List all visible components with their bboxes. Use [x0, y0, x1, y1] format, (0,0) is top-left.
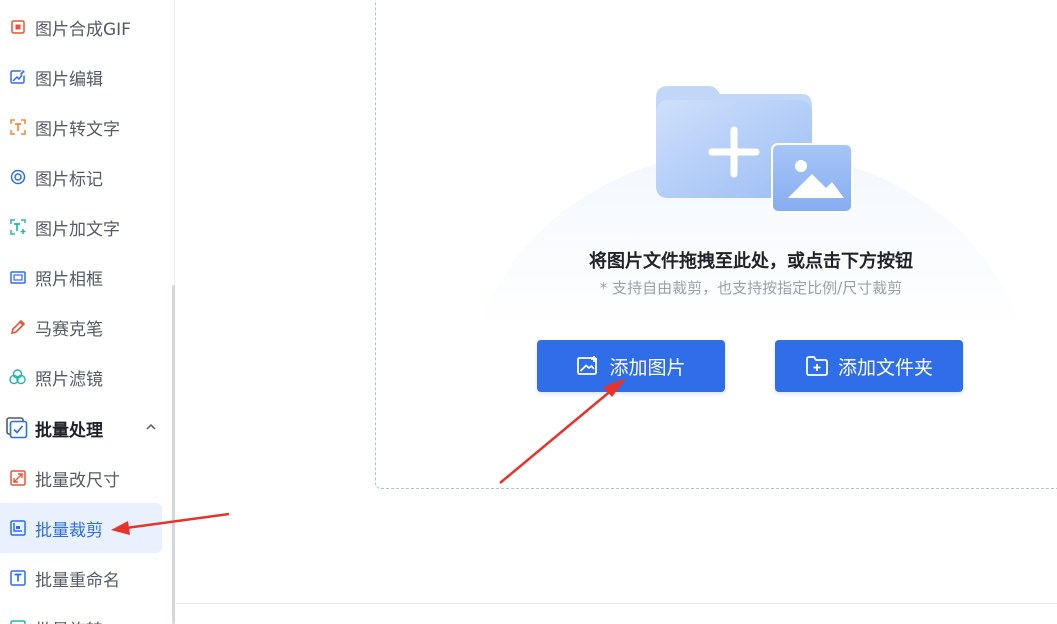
add-image-button[interactable]: 添加图片 — [537, 340, 725, 392]
add-image-icon — [576, 354, 600, 378]
add-text-icon — [9, 219, 26, 236]
batch-crop-icon — [9, 520, 26, 537]
sidebar-item-image-to-text[interactable]: 图片转文字 — [0, 102, 162, 152]
mosaic-pen-icon — [9, 319, 26, 336]
sidebar-item-batch-rename[interactable]: 批量重命名 — [0, 553, 162, 603]
add-folder-button[interactable]: 添加文件夹 — [775, 340, 963, 392]
sidebar-item-label: 马赛克笔 — [35, 319, 103, 340]
sidebar-item-label: 照片滤镜 — [35, 369, 103, 390]
photo-frame-icon — [9, 269, 26, 286]
sidebar-item-photo-frame[interactable]: 照片相框 — [0, 252, 162, 302]
sidebar-item-batch-rotate[interactable]: 批量旋转 — [0, 603, 162, 624]
add-image-label: 添加图片 — [609, 356, 686, 379]
chevron-up-icon[interactable] — [142, 418, 160, 436]
add-folder-label: 添加文件夹 — [837, 356, 933, 379]
sidebar-item-label: 照片相框 — [35, 269, 103, 290]
sidebar-item-batch-resize[interactable]: 批量改尺寸 — [0, 453, 162, 503]
sidebar-item-mosaic-pen[interactable]: 马赛克笔 — [0, 302, 162, 352]
gif-merge-icon — [9, 19, 26, 36]
dropzone-title: 将图片文件拖拽至此处，或点击下方按钮 — [589, 251, 913, 272]
footer-divider — [176, 603, 1057, 604]
sidebar-scrollbar[interactable] — [172, 285, 175, 624]
sidebar-item-photo-filter[interactable]: 照片滤镜 — [0, 352, 162, 402]
batch-resize-icon — [9, 470, 26, 487]
sidebar-item-batch-crop[interactable]: 批量裁剪 — [0, 503, 162, 553]
image-edit-icon — [9, 69, 26, 86]
sidebar-item-label: 批量改尺寸 — [35, 470, 120, 491]
sidebar-item-label: 图片标记 — [35, 169, 103, 190]
drop-zone[interactable] — [375, 0, 1057, 489]
folder-with-image-icon — [652, 82, 854, 214]
sidebar: 图片合成GIF 图片编辑 图片转文字 图片标记 图片加文字 照片相框 马赛克笔 … — [0, 0, 175, 624]
sidebar-item-label: 图片加文字 — [35, 219, 120, 240]
sidebar-item-label: 图片转文字 — [35, 119, 120, 140]
dropzone-subtitle: * 支持自由裁剪，也支持按指定比例/尺寸裁剪 — [599, 279, 903, 297]
batch-rotate-icon — [9, 620, 26, 624]
sidebar-group-batch[interactable]: 批量处理 — [0, 403, 162, 453]
sidebar-item-add-text[interactable]: 图片加文字 — [0, 202, 162, 252]
image-to-text-icon — [9, 119, 26, 136]
sidebar-item-label: 批量重命名 — [35, 570, 120, 591]
sidebar-item-label: 图片合成GIF — [35, 19, 131, 40]
batch-rename-icon — [9, 570, 26, 587]
sidebar-item-gif-merge[interactable]: 图片合成GIF — [0, 2, 162, 52]
sidebar-item-image-mark[interactable]: 图片标记 — [0, 152, 162, 202]
sidebar-item-label: 图片编辑 — [35, 69, 103, 90]
add-folder-icon — [805, 354, 829, 378]
sidebar-group-label: 批量处理 — [35, 420, 103, 441]
sidebar-item-label: 批量旋转 — [35, 616, 103, 624]
image-mark-icon — [9, 169, 26, 186]
batch-process-icon — [6, 417, 28, 439]
sidebar-item-image-edit[interactable]: 图片编辑 — [0, 52, 162, 102]
photo-filter-icon — [9, 369, 26, 386]
sidebar-item-label: 批量裁剪 — [35, 520, 103, 541]
